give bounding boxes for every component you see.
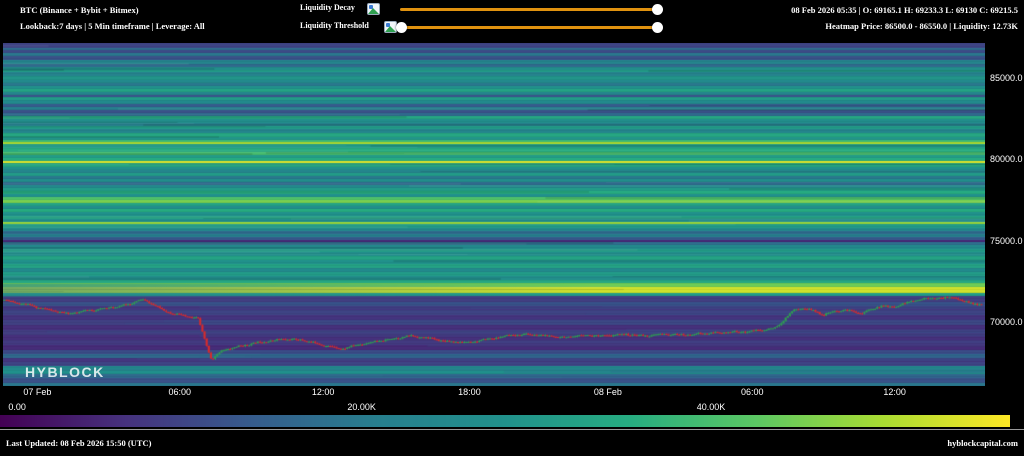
liquidity-threshold-slider[interactable] — [400, 26, 658, 29]
time-axis-label: 18:00 — [458, 387, 481, 397]
image-icon-hill — [368, 8, 379, 14]
liquidity-decay-handle[interactable] — [652, 4, 663, 15]
heatmap-readout: Heatmap Price: 86500.0 - 86550.0 | Liqui… — [791, 18, 1018, 34]
time-axis-label: 12:00 — [883, 387, 906, 397]
colorbar-tick-label: 40.00K — [697, 402, 726, 412]
liquidity-heatmap-canvas[interactable] — [3, 43, 985, 386]
last-updated-text: Last Updated: 08 Feb 2026 15:50 (UTC) — [6, 438, 151, 448]
time-axis-label: 08 Feb — [594, 387, 622, 397]
liquidity-decay-slider[interactable] — [400, 8, 658, 11]
price-axis-label: 70000.0 — [990, 317, 1023, 327]
image-icon-hill — [385, 26, 396, 32]
liquidity-threshold-handle-min[interactable] — [396, 22, 407, 33]
time-axis-label: 12:00 — [312, 387, 335, 397]
price-axis-label: 80000.0 — [990, 154, 1023, 164]
colorbar-tick-label: 20.00K — [347, 402, 376, 412]
readout-block: 08 Feb 2026 05:35 | O: 69165.1 H: 69233.… — [791, 2, 1018, 34]
status-bar: Last Updated: 08 Feb 2026 15:50 (UTC) hy… — [0, 429, 1024, 456]
liquidity-colorbar — [0, 415, 1010, 427]
time-axis-label: 06:00 — [741, 387, 764, 397]
ohlc-readout: 08 Feb 2026 05:35 | O: 69165.1 H: 69233.… — [791, 2, 1018, 18]
chart-subtitle: Lookback:7 days | 5 Min timeframe | Leve… — [20, 18, 205, 34]
site-link-text: hyblockcapital.com — [947, 438, 1018, 448]
chart-area[interactable] — [3, 43, 985, 386]
chart-title: BTC (Binance + Bybit + Bitmex) — [20, 2, 205, 18]
liquidity-threshold-label: Liquidity Threshold — [300, 21, 369, 30]
price-axis-label: 75000.0 — [990, 236, 1023, 246]
price-axis-label: 85000.0 — [990, 73, 1023, 83]
image-icon — [367, 3, 380, 15]
hyblock-watermark-logo: HYBLOCK — [25, 364, 105, 380]
colorbar-tick-label: 0.00 — [8, 402, 26, 412]
time-axis-label: 07 Feb — [23, 387, 51, 397]
liquidity-threshold-handle-max[interactable] — [652, 22, 663, 33]
liquidity-decay-label: Liquidity Decay — [300, 3, 355, 12]
time-axis-label: 06:00 — [168, 387, 191, 397]
symbol-info: BTC (Binance + Bybit + Bitmex) Lookback:… — [20, 2, 205, 34]
